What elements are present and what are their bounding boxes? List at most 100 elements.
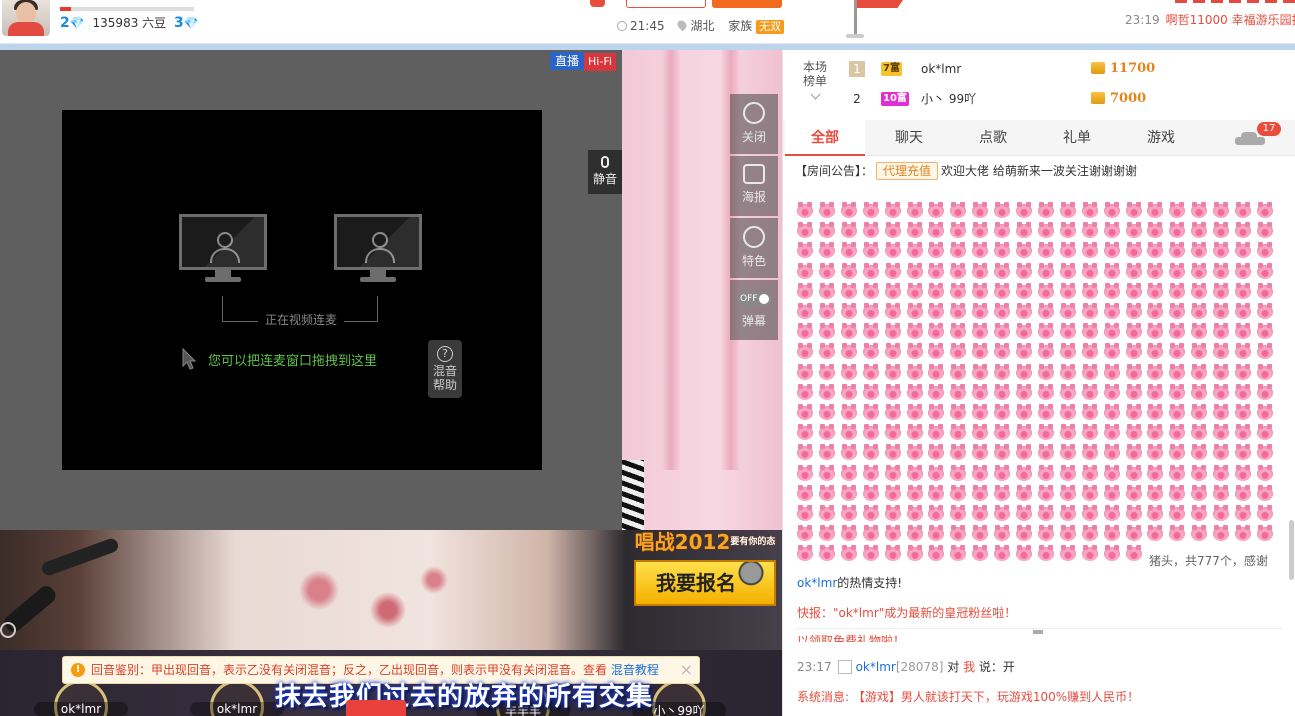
chat-target: 我 [963, 660, 976, 674]
pig-head-icon [1037, 242, 1054, 259]
pig-head-icon [818, 525, 835, 542]
pig-head-icon [994, 525, 1011, 542]
pig-head-icon [1125, 242, 1142, 259]
pig-head-icon [1213, 525, 1230, 542]
gift-message: 猪头，共777个，感谢 [1149, 554, 1268, 568]
pig-head-icon [1016, 363, 1032, 380]
mix-help-label-1: 混音 [432, 364, 457, 378]
pig-head-icon [1103, 363, 1120, 380]
pig-head-icon [840, 242, 857, 259]
mix-tutorial-link[interactable]: 混音教程 [611, 663, 659, 677]
pig-head-icon [1169, 383, 1186, 400]
pig-head-icon [797, 282, 813, 299]
pig-head-icon [950, 383, 967, 400]
monitor-icon [179, 214, 267, 282]
pig-head-icon [950, 222, 967, 239]
rank-row[interactable]: 1 7富 ok*lmr 11700 [843, 56, 1283, 82]
top-outline-button[interactable] [626, 0, 706, 8]
pig-head-icon [1037, 545, 1054, 562]
feature-tool-button[interactable]: 特色 [730, 218, 778, 278]
pig-head-icon [1081, 444, 1098, 461]
close-tool-button[interactable]: 关闭 [730, 94, 778, 154]
agent-recharge-button[interactable]: 代理充值 [876, 162, 939, 180]
pig-head-icon [1125, 222, 1142, 239]
gift-user[interactable]: ok*lmr [797, 576, 837, 590]
pig-head-icon [994, 343, 1011, 360]
pig-head-icon [1256, 464, 1273, 481]
room-info: 21:45 湖北 家族 无双 [617, 17, 785, 34]
pig-head-icon [840, 545, 857, 562]
pig-head-icon [1169, 222, 1186, 239]
tab-all[interactable]: 全部 [785, 120, 865, 156]
scroll-grip[interactable] [1033, 630, 1043, 634]
pig-head-icon [840, 404, 857, 420]
top-bar: 2💎 135983 六豆 3💎 21:45 湖北 家族 无双 23:19 啊哲11… [0, 0, 1295, 44]
pig-head-icon [1256, 444, 1273, 461]
pig-head-icon [818, 262, 835, 279]
pig-head-icon [1213, 262, 1230, 279]
latest-broadcast[interactable]: 23:19 啊哲11000 幸福游乐园抽 [1125, 11, 1295, 28]
chat-tabs: 全部 聊天 点歌 礼单 游戏 17 [783, 120, 1295, 156]
tab-gifts[interactable]: 礼单 [1037, 120, 1117, 156]
pig-head-icon [862, 303, 879, 319]
tab-song[interactable]: 点歌 [953, 120, 1033, 156]
danmaku-toggle[interactable]: OFF 弹幕 [730, 280, 778, 340]
pig-head-icon [1147, 525, 1164, 542]
user-avatar[interactable] [2, 0, 50, 36]
promo-banner-title[interactable]: 唱战2012要有你的态度 [634, 524, 776, 583]
link-mic-window[interactable]: 正在视频连麦 您可以把连麦窗口拖拽到这里 [62, 110, 542, 470]
pig-head-icon [994, 484, 1011, 501]
rank-row[interactable]: 2 10富 小丶 99吖 7000 [843, 86, 1283, 112]
pig-head-icon [884, 484, 901, 501]
pig-head-icon [1037, 505, 1054, 521]
pig-head-icon [928, 505, 945, 521]
mute-button[interactable]: 静音 [588, 150, 622, 194]
toggle-icon[interactable]: OFF [737, 292, 771, 306]
pig-head-icon [1125, 282, 1142, 299]
pig-head-icon [797, 262, 813, 279]
top-orange-button[interactable] [712, 0, 782, 8]
chat-to: 对 [947, 660, 960, 674]
pig-head-icon [884, 363, 901, 380]
flag-icon[interactable] [857, 0, 903, 8]
fan-avatar[interactable]: ok*lmr [34, 680, 128, 716]
fan-avatar[interactable]: ok*lmr [190, 680, 284, 716]
tab-chat[interactable]: 聊天 [869, 120, 949, 156]
pig-head-icon [950, 303, 967, 319]
pig-head-icon [862, 222, 879, 239]
pig-head-icon [1081, 545, 1098, 562]
pig-head-icon [1147, 444, 1164, 461]
fan-badge [346, 700, 406, 716]
clipped-message: 以领取免费礼物啦！ [797, 634, 906, 642]
pig-head-icon [972, 222, 989, 239]
pig-head-icon [1103, 323, 1120, 340]
pig-head-icon [1016, 202, 1032, 218]
pig-head-icon [1191, 202, 1208, 218]
pig-head-icon [1059, 484, 1076, 501]
rank-number: 1 [849, 61, 865, 77]
tab-games[interactable]: 游戏 [1121, 120, 1201, 156]
poster-tool-button[interactable]: 海报 [730, 156, 778, 216]
pig-head-icon [884, 525, 901, 542]
mix-help-button[interactable]: ? 混音 帮助 [428, 340, 462, 398]
top-red-button[interactable] [590, 0, 605, 7]
pig-head-icon [797, 363, 813, 380]
feature-icon [743, 226, 765, 248]
chat-scrollbar[interactable] [1289, 520, 1294, 580]
pig-head-icon [1191, 464, 1208, 481]
pig-head-icon [928, 484, 945, 501]
rank-toggle[interactable]: 本场 榜单 [791, 60, 839, 100]
pig-head-icon [1125, 383, 1142, 400]
close-icon[interactable]: × [680, 657, 693, 683]
hifi-tag: Hi-Fi [584, 53, 616, 71]
family-badge[interactable]: 无双 [756, 20, 785, 34]
pig-head-icon [928, 202, 945, 218]
pig-head-icon [1213, 242, 1230, 259]
pig-head-icon [862, 363, 879, 380]
chat-user[interactable]: ok*lmr [856, 660, 896, 674]
pig-head-icon [1059, 202, 1076, 218]
pig-head-icon [1016, 343, 1032, 360]
pig-head-icon [1081, 262, 1098, 279]
pig-head-icon [1213, 282, 1230, 299]
pig-head-icon [1059, 525, 1076, 542]
